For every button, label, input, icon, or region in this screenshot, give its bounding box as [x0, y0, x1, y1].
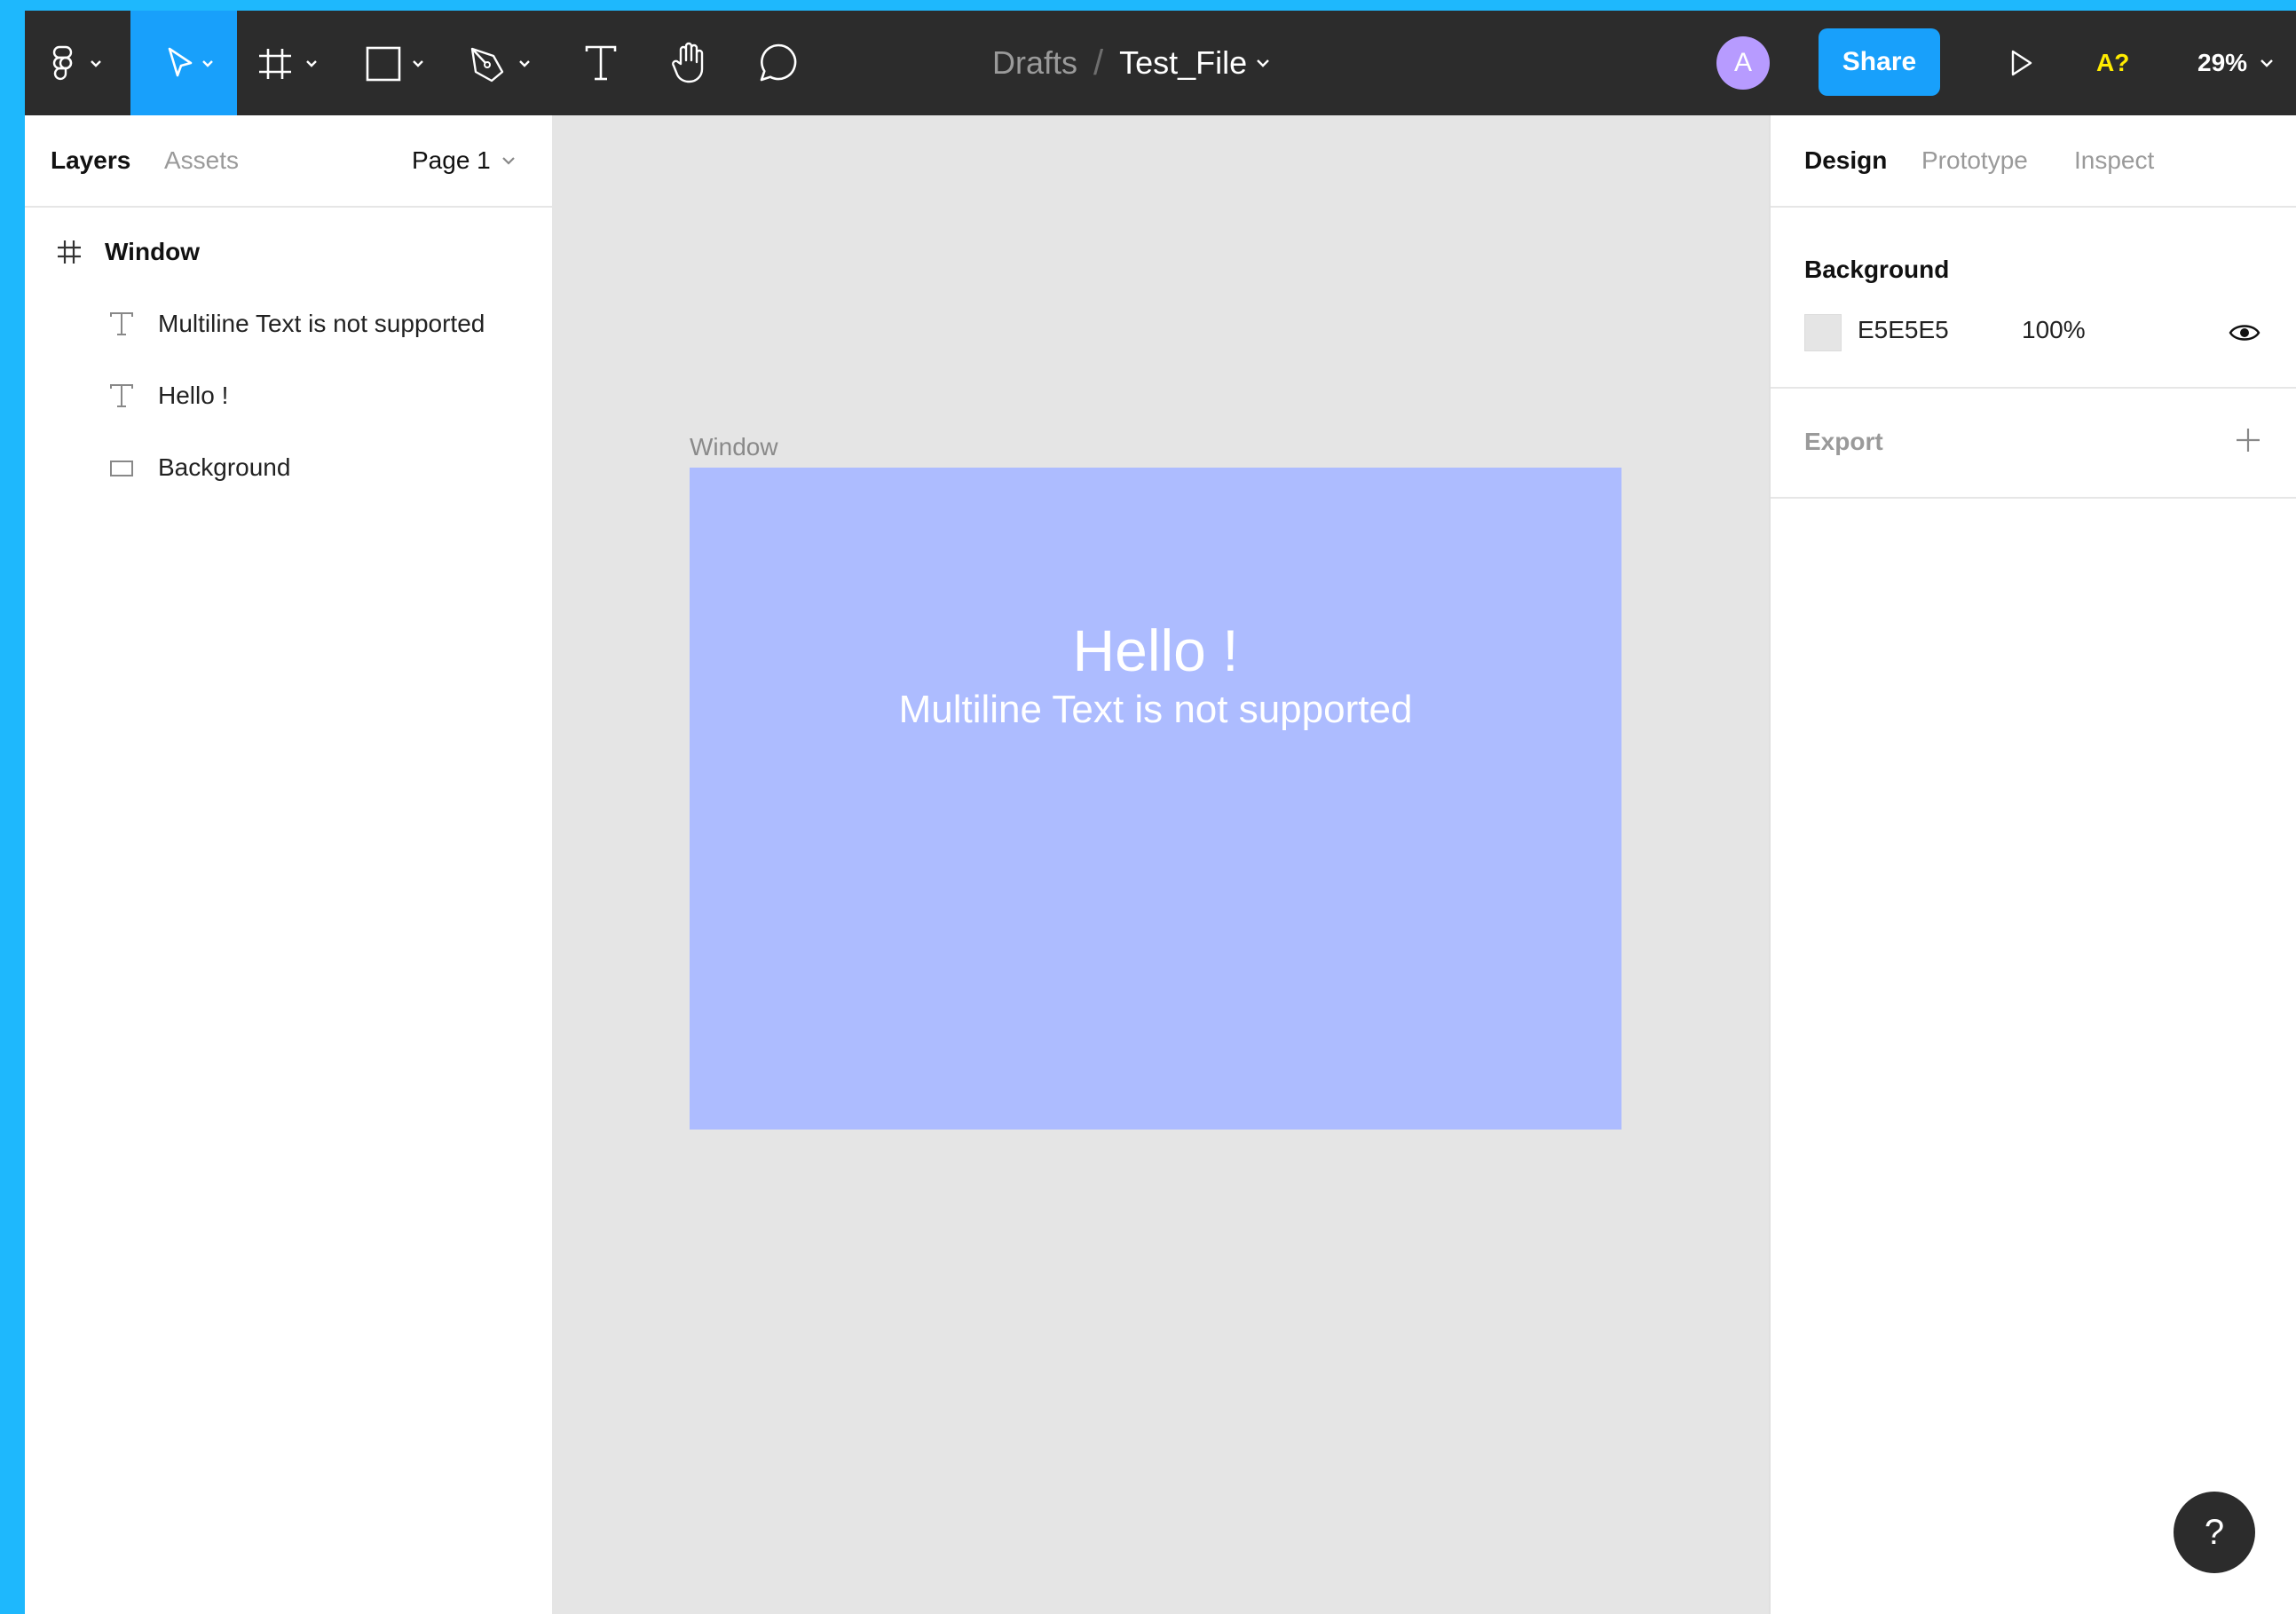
- frame-tool-button[interactable]: [237, 11, 343, 115]
- page-chevron-down-icon: [501, 157, 515, 165]
- layer-label: Background: [158, 453, 291, 481]
- multiline-text[interactable]: Multiline Text is not supported: [690, 688, 1621, 732]
- zoom-chevron-down-icon: [2260, 59, 2273, 67]
- breadcrumb-drafts-link[interactable]: Drafts: [992, 44, 1077, 82]
- page-selector[interactable]: Page 1: [412, 115, 521, 206]
- layer-label: Window: [105, 238, 201, 265]
- avatar[interactable]: A: [1716, 36, 1770, 90]
- figma-logo-icon: [52, 45, 101, 81]
- move-tool-button[interactable]: [130, 11, 237, 115]
- hello-text[interactable]: Hello !: [690, 617, 1621, 684]
- comment-tool-button[interactable]: [734, 11, 823, 115]
- file-name[interactable]: Test_File: [1119, 44, 1247, 82]
- zoom-menu[interactable]: 29%: [2197, 11, 2279, 115]
- cursor-arrow-icon: [168, 47, 213, 77]
- layer-item-window[interactable]: Window: [25, 217, 552, 287]
- window-frame[interactable]: Hello ! Multiline Text is not supported: [690, 468, 1621, 1130]
- comment-bubble-icon: [760, 43, 797, 82]
- frame-label[interactable]: Window: [690, 433, 778, 461]
- frame-hash-icon: [259, 49, 317, 79]
- toolbar: Drafts / Test_File A Share A? 29%: [25, 11, 2296, 115]
- right-panel-tabs: Design Prototype Inspect: [1771, 115, 2296, 208]
- layer-item-background[interactable]: Background: [25, 432, 552, 503]
- shape-tool-button[interactable]: [343, 11, 450, 115]
- tab-assets[interactable]: Assets: [164, 115, 239, 206]
- accessibility-check-button[interactable]: A?: [2096, 11, 2129, 115]
- hand-tool-button[interactable]: [645, 11, 734, 115]
- main-menu-button[interactable]: [25, 11, 130, 115]
- layer-item-multiline-text[interactable]: Multiline Text is not supported: [25, 288, 552, 359]
- tab-prototype[interactable]: Prototype: [1921, 115, 2028, 206]
- hand-icon: [672, 42, 704, 83]
- export-section-title: Export: [1804, 428, 1883, 455]
- text-t-icon: [585, 45, 617, 81]
- layer-label: Multiline Text is not supported: [158, 310, 485, 337]
- breadcrumb: Drafts / Test_File: [992, 11, 1275, 115]
- share-button[interactable]: Share: [1819, 28, 1940, 96]
- file-menu-chevron-down-icon[interactable]: [1252, 54, 1275, 72]
- pen-nib-icon: [470, 47, 530, 83]
- canvas[interactable]: Window Hello ! Multiline Text is not sup…: [552, 115, 1771, 1614]
- text-layer-icon: [108, 382, 135, 409]
- left-panel-tabs: Layers Assets Page 1: [25, 115, 552, 208]
- background-section-title: Background: [1804, 256, 1950, 283]
- tab-design[interactable]: Design: [1804, 115, 1887, 206]
- layer-label: Hello !: [158, 382, 229, 409]
- text-layer-icon: [108, 311, 135, 337]
- pen-tool-button[interactable]: [450, 11, 556, 115]
- properties-panel: Design Prototype Inspect Background E5E5…: [1769, 115, 2296, 1614]
- rectangle-layer-icon: [108, 454, 135, 481]
- background-color-swatch[interactable]: [1804, 314, 1842, 351]
- background-hex-value[interactable]: E5E5E5: [1858, 316, 1949, 344]
- section-divider: [1771, 497, 2296, 499]
- breadcrumb-separator: /: [1093, 43, 1104, 83]
- section-divider: [1771, 387, 2296, 389]
- rectangle-icon: [366, 46, 423, 82]
- add-export-plus-icon[interactable]: [2234, 426, 2262, 454]
- tab-layers[interactable]: Layers: [51, 115, 130, 206]
- background-opacity-value[interactable]: 100%: [2022, 316, 2086, 344]
- zoom-level: 29%: [2197, 49, 2248, 76]
- frame-hash-icon: [55, 238, 83, 266]
- play-icon: [2011, 50, 2032, 76]
- page-selector-label: Page 1: [412, 146, 491, 174]
- help-button[interactable]: ?: [2174, 1492, 2255, 1573]
- figma-window: Drafts / Test_File A Share A? 29% Layers…: [25, 11, 2296, 1614]
- tab-inspect[interactable]: Inspect: [2074, 115, 2154, 206]
- text-tool-button[interactable]: [556, 11, 645, 115]
- visibility-eye-icon[interactable]: [2229, 321, 2260, 344]
- present-button[interactable]: [1981, 11, 2061, 115]
- layer-item-hello[interactable]: Hello !: [25, 360, 552, 431]
- layers-panel: Layers Assets Page 1 Window Multiline Te…: [25, 115, 554, 1614]
